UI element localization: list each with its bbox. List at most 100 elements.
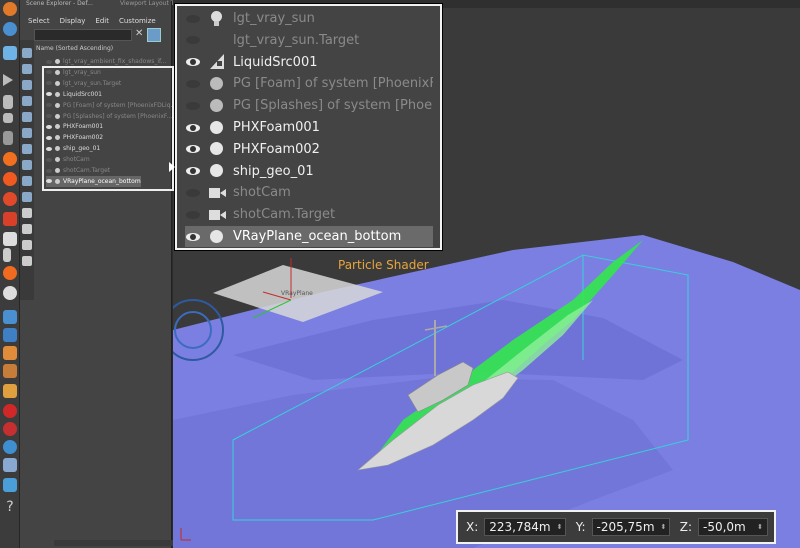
y-label: Y: — [575, 520, 586, 534]
camera-icon[interactable] — [3, 46, 17, 60]
zoom-list-row[interactable]: PHXFoam001 — [185, 117, 433, 138]
visibility-eye-icon[interactable] — [185, 97, 203, 115]
display-helpers-icon[interactable] — [22, 112, 32, 122]
stop-sim-icon[interactable] — [3, 404, 17, 418]
zoom-list-row[interactable]: lgt_vray_sun — [185, 8, 433, 29]
visibility-eye-icon[interactable] — [46, 59, 52, 64]
visibility-eye-icon[interactable] — [185, 53, 203, 71]
display-groups-icon[interactable] — [22, 144, 32, 154]
flame-icon[interactable] — [3, 266, 17, 280]
zoom-list-row[interactable]: lgt_vray_sun.Target — [185, 30, 433, 51]
x-coordinate-field[interactable]: 223,784m ⬍ — [484, 518, 566, 536]
fire-icon[interactable] — [3, 152, 17, 166]
zoom-list-row[interactable]: shotCam — [185, 182, 433, 203]
coordinate-display: X: 223,784m ⬍ Y: -205,75m ⬍ Z: -50,0m ⬍ — [456, 510, 776, 544]
zoom-row-label: ship_geo_01 — [233, 163, 314, 179]
zoom-list-row[interactable]: PG [Foam] of system [PhoenixFDLiq — [185, 73, 433, 94]
scene-explorer-title[interactable]: Scene Explorer - Def... — [26, 0, 93, 7]
ship-icon[interactable] — [3, 458, 17, 472]
menu-edit[interactable]: Edit — [95, 17, 109, 25]
pause-icon[interactable] — [3, 95, 13, 109]
visibility-eye-icon[interactable] — [185, 75, 203, 93]
particle-icon[interactable] — [3, 248, 11, 262]
zoom-row-label: PHXFoam001 — [233, 120, 320, 135]
circle-icon — [207, 97, 227, 115]
visibility-eye-icon[interactable] — [185, 184, 203, 202]
z-spinner-icon[interactable]: ⬍ — [757, 523, 763, 531]
viewport-layout-tab[interactable]: Viewport Layout T... — [120, 0, 179, 7]
zoom-row-label: lgt_vray_sun.Target — [233, 32, 360, 48]
menu-customize[interactable]: Customize — [119, 17, 156, 25]
wave-icon[interactable] — [3, 478, 17, 492]
visibility-eye-icon[interactable] — [185, 228, 203, 246]
visibility-eye-icon[interactable] — [185, 10, 203, 28]
camera-icon — [207, 206, 227, 224]
y-coordinate-field[interactable]: -205,75m ⬍ — [591, 518, 670, 536]
zoom-row-label: PG [Splashes] of system [PhoenixF — [233, 98, 433, 114]
display-cameras-icon[interactable] — [22, 96, 32, 106]
zoom-list-row[interactable]: VRayPlane_ocean_bottom — [185, 226, 433, 247]
explorer-scrollbar[interactable] — [54, 540, 190, 546]
y-value: -205,75m — [596, 520, 655, 534]
ball-icon[interactable] — [3, 422, 17, 436]
circle-icon — [207, 228, 227, 246]
zoom-row-label: PHXFoam002 — [233, 141, 320, 157]
y-spinner-icon[interactable]: ⬍ — [661, 523, 667, 531]
filter-icon[interactable] — [147, 28, 161, 42]
circle-icon — [207, 140, 227, 158]
ocean-icon[interactable] — [3, 328, 17, 342]
display-shapes-icon[interactable] — [22, 64, 32, 74]
explorer-row-label: lgt_vray_ambient_fix_shadows_if... — [63, 58, 167, 65]
water-icon[interactable] — [3, 310, 17, 324]
zoom-row-label: lgt_vray_sun — [233, 11, 315, 26]
pour-icon[interactable] — [3, 384, 17, 398]
visibility-eye-icon[interactable] — [185, 31, 203, 49]
display-all-icon[interactable] — [22, 208, 32, 218]
delete-icon[interactable] — [3, 131, 13, 145]
display-filter-icon[interactable] — [22, 256, 32, 266]
zoom-list-row[interactable]: PG [Splashes] of system [PhoenixF — [185, 95, 433, 116]
zoom-list-row[interactable]: ship_geo_01 — [185, 161, 433, 182]
camera-icon — [207, 184, 227, 202]
visibility-eye-icon[interactable] — [185, 140, 203, 158]
vray-plane-label: VRayPlane — [281, 290, 313, 297]
smoke-icon[interactable] — [3, 192, 17, 206]
display-bones-icon[interactable] — [22, 176, 32, 186]
name-column-header[interactable]: Name (Sorted Ascending) — [36, 45, 113, 52]
display-invert-icon[interactable] — [22, 240, 32, 250]
visibility-eye-icon[interactable] — [185, 162, 203, 180]
zoom-list-row[interactable]: PHXFoam002 — [185, 139, 433, 160]
display-warps-icon[interactable] — [22, 128, 32, 138]
zoom-list-row[interactable]: LiquidSrc001 — [185, 52, 433, 73]
circle-icon — [207, 162, 227, 180]
explorer-search-input[interactable] — [34, 29, 132, 41]
cup-icon[interactable] — [3, 346, 17, 360]
swirl-icon[interactable] — [3, 440, 17, 454]
smoke-source-icon[interactable] — [3, 286, 17, 300]
render-icon[interactable] — [3, 22, 17, 36]
menu-select[interactable]: Select — [28, 17, 50, 25]
visibility-eye-icon[interactable] — [185, 206, 203, 224]
explorer-highlight-frame — [42, 66, 174, 191]
display-geometry-icon[interactable] — [22, 48, 32, 58]
bulb-icon — [207, 10, 227, 28]
x-label: X: — [466, 520, 479, 534]
liquid-icon[interactable] — [3, 232, 17, 246]
coffee-icon[interactable] — [3, 364, 17, 378]
zoom-list-row[interactable]: shotCam.Target — [185, 204, 433, 225]
clear-search-icon[interactable]: ✕ — [135, 28, 143, 39]
undo-icon[interactable] — [3, 2, 17, 16]
stop-icon[interactable] — [3, 113, 13, 123]
display-xrefs-icon[interactable] — [22, 160, 32, 170]
burn-icon[interactable] — [3, 212, 17, 226]
display-none-icon[interactable] — [22, 224, 32, 234]
help-icon[interactable]: ? — [3, 500, 17, 514]
fire-source-icon[interactable] — [3, 172, 17, 186]
x-spinner-icon[interactable]: ⬍ — [557, 523, 563, 531]
play-icon[interactable] — [3, 74, 13, 86]
display-lights-icon[interactable] — [22, 80, 32, 90]
display-particles-icon[interactable] — [22, 192, 32, 202]
menu-display[interactable]: Display — [60, 17, 86, 25]
visibility-eye-icon[interactable] — [185, 119, 203, 137]
z-coordinate-field[interactable]: -50,0m ⬍ — [698, 518, 768, 536]
